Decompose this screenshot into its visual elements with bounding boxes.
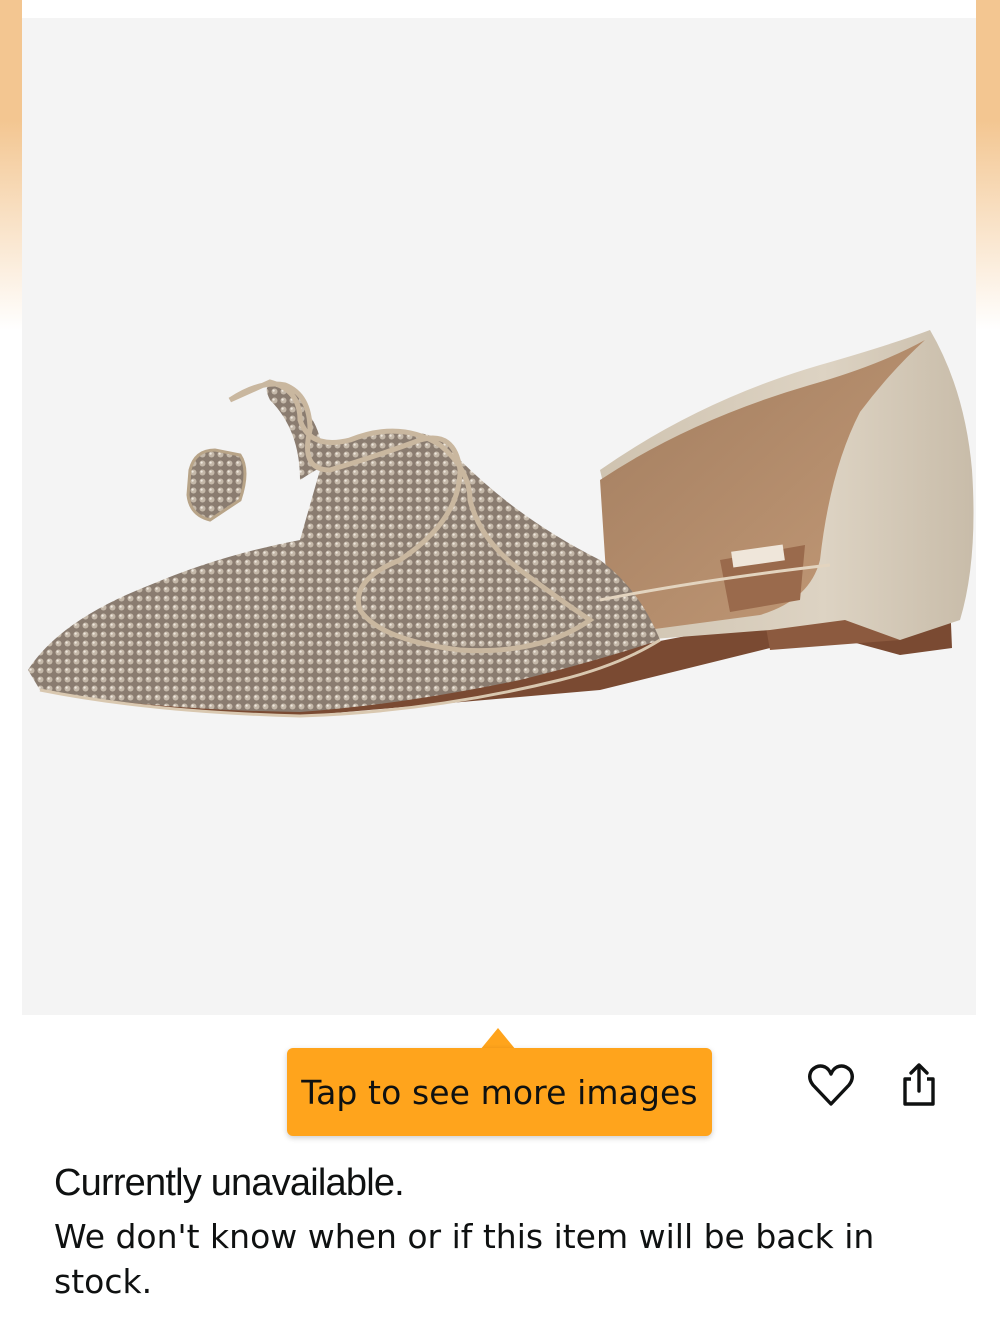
product-image-panel[interactable] — [22, 18, 976, 1015]
availability-detail: We don't know when or if this item will … — [54, 1217, 875, 1301]
availability-status: Currently unavailable. — [54, 1162, 405, 1204]
more-images-tooltip[interactable]: Tap to see more images — [287, 1048, 712, 1136]
tooltip-arrow — [480, 1028, 516, 1050]
left-edge-strip — [0, 0, 22, 1333]
shoe-image[interactable] — [22, 18, 976, 1015]
right-edge-strip — [976, 0, 1000, 1333]
share-icon[interactable] — [896, 1060, 942, 1110]
heart-icon[interactable] — [806, 1060, 856, 1110]
